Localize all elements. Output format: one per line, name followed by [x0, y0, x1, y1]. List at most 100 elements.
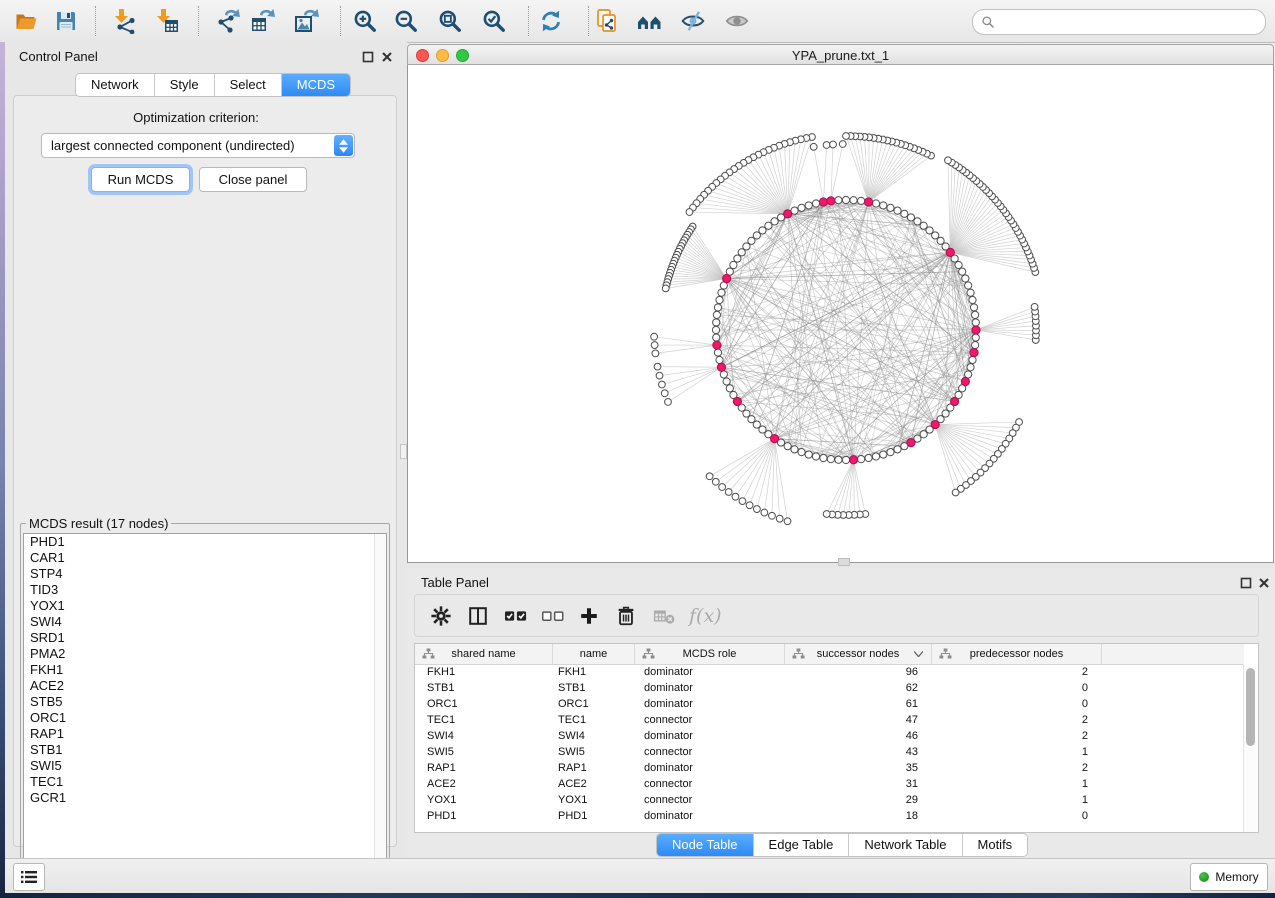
mcds-result-item[interactable]: SWI5 — [24, 758, 386, 774]
add-column-button[interactable] — [578, 605, 615, 627]
graph-node[interactable] — [812, 200, 819, 207]
close-table-panel-icon[interactable] — [1258, 576, 1270, 588]
tab-mcds[interactable]: MCDS — [282, 74, 350, 96]
graph-dominator-node[interactable] — [951, 397, 959, 405]
graph-node[interactable] — [972, 334, 979, 341]
graph-node[interactable] — [901, 210, 908, 217]
vertical-splitter[interactable] — [400, 42, 407, 858]
import-table-button[interactable] — [148, 4, 184, 38]
graph-dominator-node[interactable] — [770, 435, 778, 443]
column-header-shared-name[interactable]: shared name — [415, 644, 553, 664]
graph-node[interactable] — [967, 364, 974, 371]
graph-node[interactable] — [835, 456, 842, 463]
function-builder-button[interactable]: f(x) — [689, 605, 726, 627]
mcds-result-item[interactable]: TEC1 — [24, 774, 386, 790]
graph-dominator-node[interactable] — [970, 348, 978, 356]
graph-node[interactable] — [713, 334, 720, 341]
close-panel-icon[interactable] — [381, 50, 393, 62]
delete-table-button[interactable] — [652, 605, 689, 627]
run-mcds-button[interactable]: Run MCDS — [91, 167, 190, 192]
column-header-predecessor-nodes[interactable]: predecessor nodes — [932, 644, 1102, 664]
graph-leaf-node[interactable] — [839, 141, 846, 148]
hide-graphics-details-button[interactable] — [675, 4, 711, 38]
graph-node[interactable] — [714, 349, 721, 356]
graph-node[interactable] — [887, 204, 894, 211]
graph-leaf-node[interactable] — [665, 399, 672, 406]
export-table-button[interactable] — [244, 4, 280, 38]
close-panel-button[interactable]: Close panel — [199, 167, 307, 192]
graph-node[interactable] — [857, 456, 864, 463]
search-input[interactable] — [999, 12, 1265, 32]
mcds-result-item[interactable]: ORC1 — [24, 710, 386, 726]
graph-node[interactable] — [791, 446, 798, 453]
graph-node[interactable] — [713, 311, 720, 318]
graph-leaf-node[interactable] — [739, 498, 746, 505]
graph-node[interactable] — [972, 341, 979, 348]
graph-leaf-node[interactable] — [706, 473, 713, 480]
graph-leaf-node[interactable] — [952, 489, 959, 496]
graph-node[interactable] — [880, 451, 887, 458]
graph-leaf-node[interactable] — [686, 209, 693, 216]
graph-node[interactable] — [865, 454, 872, 461]
graph-leaf-node[interactable] — [945, 157, 952, 164]
graph-leaf-node[interactable] — [830, 141, 837, 148]
graph-node[interactable] — [887, 449, 894, 456]
graph-node[interactable] — [894, 207, 901, 214]
graph-dominator-node[interactable] — [784, 210, 792, 218]
table-row[interactable]: PHD1 PHD1 dominator 18 0 — [415, 808, 1244, 824]
graph-node[interactable] — [972, 319, 979, 326]
column-header-name[interactable]: name — [553, 644, 635, 664]
mcds-result-item[interactable]: ACE2 — [24, 678, 386, 694]
save-session-button[interactable] — [48, 4, 84, 38]
graph-dominator-node[interactable] — [733, 397, 741, 405]
mcds-result-list[interactable]: PHD1CAR1STP4TID3YOX1SWI4SRD1PMA2FKH1ACE2… — [23, 533, 387, 885]
graph-node[interactable] — [716, 296, 723, 303]
graph-node[interactable] — [970, 304, 977, 311]
graph-leaf-node[interactable] — [746, 502, 753, 509]
zoom-fit-button[interactable] — [432, 4, 468, 38]
mcds-result-item[interactable]: STB1 — [24, 742, 386, 758]
graph-node[interactable] — [914, 218, 921, 225]
graph-node[interactable] — [857, 197, 864, 204]
graph-node[interactable] — [907, 214, 914, 221]
tab-motifs[interactable]: Motifs — [963, 834, 1028, 856]
float-table-panel-icon[interactable] — [1240, 576, 1252, 588]
graph-dominator-node[interactable] — [864, 198, 872, 206]
mcds-result-item[interactable]: SRD1 — [24, 630, 386, 646]
graph-node[interactable] — [969, 296, 976, 303]
graph-node[interactable] — [969, 356, 976, 363]
export-image-button[interactable] — [288, 4, 324, 38]
table-options-button[interactable] — [430, 605, 467, 627]
open-session-button[interactable] — [8, 4, 44, 38]
graph-node[interactable] — [805, 451, 812, 458]
graph-node[interactable] — [720, 371, 727, 378]
graph-leaf-node[interactable] — [1031, 303, 1038, 310]
graph-leaf-node[interactable] — [725, 489, 732, 496]
mcds-result-item[interactable]: GCR1 — [24, 790, 386, 806]
graph-dominator-node[interactable] — [972, 326, 980, 334]
graph-node[interactable] — [716, 356, 723, 363]
mcds-result-item[interactable]: CAR1 — [24, 550, 386, 566]
table-scrollbar[interactable] — [1243, 664, 1258, 832]
select-all-rows-button[interactable] — [504, 605, 541, 627]
tab-node-table[interactable]: Node Table — [657, 834, 754, 856]
graph-leaf-node[interactable] — [810, 143, 817, 150]
task-history-button[interactable] — [13, 863, 45, 891]
table-row[interactable]: TEC1 TEC1 connector 47 2 — [415, 712, 1244, 728]
graph-node[interactable] — [714, 304, 721, 311]
graph-node[interactable] — [835, 197, 842, 204]
memory-button[interactable]: Memory — [1190, 863, 1268, 891]
graph-node[interactable] — [734, 255, 741, 262]
mcds-result-item[interactable]: YOX1 — [24, 598, 386, 614]
show-graphics-details-button[interactable] — [719, 4, 755, 38]
column-header-mcds-role[interactable]: MCDS role — [635, 644, 785, 664]
graph-dominator-node[interactable] — [717, 363, 725, 371]
graph-dominator-node[interactable] — [907, 438, 915, 446]
zoom-selected-button[interactable] — [476, 4, 512, 38]
graph-node[interactable] — [962, 275, 969, 282]
vertical-splitter-handle[interactable] — [400, 444, 407, 459]
graph-leaf-node[interactable] — [661, 390, 668, 397]
graph-leaf-node[interactable] — [652, 350, 659, 357]
graph-node[interactable] — [712, 326, 719, 333]
graph-dominator-node[interactable] — [827, 197, 835, 205]
